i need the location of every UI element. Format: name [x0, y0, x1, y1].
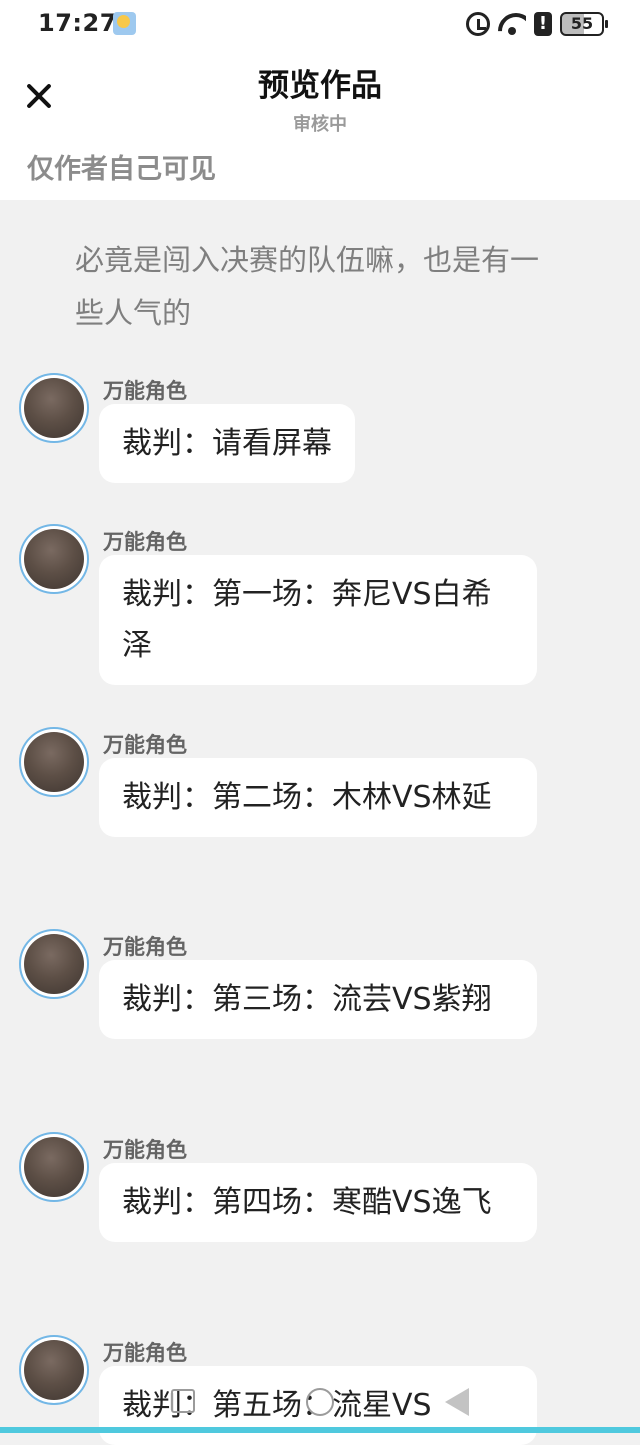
status-bar: 17:27 ! 55	[0, 0, 640, 50]
status-icons: ! 55	[466, 10, 604, 38]
speaker-name: 万能角色	[103, 729, 187, 759]
avatar[interactable]	[19, 524, 89, 594]
visibility-note: 仅作者自己可见	[27, 147, 216, 186]
speaker-name: 万能角色	[103, 375, 187, 405]
story-intro-text: 必竟是闯入决赛的队伍嘛，也是有一些人气的	[75, 234, 555, 340]
alarm-icon	[466, 12, 490, 36]
alert-icon: !	[534, 12, 552, 36]
review-status: 审核中	[0, 110, 640, 136]
message-bubble: 裁判：第二场：木林VS林延	[99, 758, 537, 837]
speaker-name: 万能角色	[103, 1134, 187, 1164]
avatar[interactable]	[19, 373, 89, 443]
system-navigation-bar	[0, 1379, 640, 1427]
message-bubble: 裁判：请看屏幕	[99, 404, 355, 483]
battery-icon: 55	[560, 12, 604, 36]
weather-icon	[113, 12, 136, 35]
message-bubble: 裁判：第一场：奔尼VS白希泽	[99, 555, 537, 685]
avatar[interactable]	[19, 727, 89, 797]
recent-apps-icon[interactable]	[171, 1389, 195, 1413]
avatar-image	[24, 529, 84, 589]
speaker-name: 万能角色	[103, 931, 187, 961]
header-area: 17:27 ! 55 预览作品 审核中 仅作者自己可见	[0, 0, 640, 200]
avatar[interactable]	[19, 1132, 89, 1202]
wifi-icon	[498, 13, 526, 35]
avatar-image	[24, 934, 84, 994]
speaker-name: 万能角色	[103, 1337, 187, 1367]
page-title: 预览作品	[0, 60, 640, 105]
back-icon[interactable]	[445, 1388, 469, 1416]
home-icon[interactable]	[306, 1388, 334, 1416]
avatar-image	[24, 732, 84, 792]
avatar-image	[24, 1137, 84, 1197]
avatar-image	[24, 378, 84, 438]
bottom-strip	[0, 1427, 640, 1433]
message-bubble: 裁判：第四场：寒酷VS逸飞	[99, 1163, 537, 1242]
speaker-name: 万能角色	[103, 526, 187, 556]
message-bubble: 裁判：第三场：流芸VS紫翔	[99, 960, 537, 1039]
avatar[interactable]	[19, 929, 89, 999]
status-time: 17:27	[38, 9, 117, 37]
